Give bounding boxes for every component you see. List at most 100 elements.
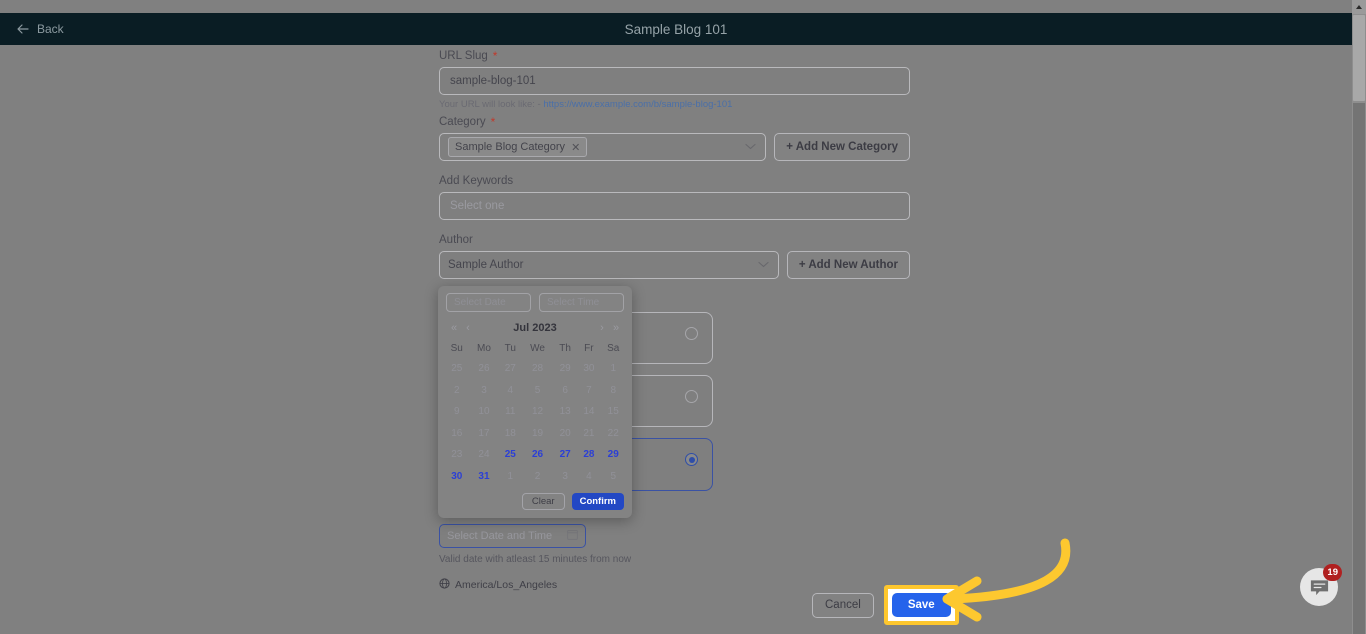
confirm-button[interactable]: Confirm <box>571 493 624 510</box>
calendar-day-disabled: 17 <box>478 427 490 439</box>
chat-unread-badge: 19 <box>1323 564 1342 581</box>
save-button[interactable]: Save <box>891 593 951 617</box>
calendar-weekday: Sa <box>607 343 620 354</box>
calendar-day-enabled[interactable]: 27 <box>553 444 577 466</box>
calendar-day-disabled: 4 <box>586 470 592 482</box>
timezone-row: America/Los_Angeles <box>439 578 631 592</box>
calendar-day-disabled: 1 <box>507 470 514 482</box>
scroll-up-arrow-icon[interactable] <box>1352 0 1366 14</box>
calendar-day-enabled[interactable]: 28 <box>577 444 600 466</box>
calendar-weekday: Fr <box>584 343 594 354</box>
calendar-day-disabled: 11 <box>505 406 516 418</box>
timezone-label: America/Los_Angeles <box>455 579 558 591</box>
calendar-day-disabled: 7 <box>586 384 592 396</box>
calendar-day-disabled: 8 <box>610 384 617 396</box>
chevron-down-icon <box>758 259 769 271</box>
category-label-text: Category <box>439 116 486 128</box>
url-slug-value: sample-blog-101 <box>450 75 536 87</box>
calendar-day-disabled: 4 <box>507 384 514 396</box>
calendar-day-disabled: 28 <box>531 363 544 375</box>
calendar-day-disabled: 25 <box>451 363 463 375</box>
url-slug-label: URL Slug * <box>439 50 910 62</box>
add-new-category-button[interactable]: + Add New Category <box>774 133 910 161</box>
next-month-icon[interactable]: › <box>595 322 609 334</box>
add-new-author-button[interactable]: + Add New Author <box>786 251 910 279</box>
radio-icon-selected[interactable] <box>685 453 698 466</box>
calendar-day-disabled: 23 <box>451 449 463 461</box>
radio-icon[interactable] <box>685 327 698 340</box>
url-slug-help-prefix: Your URL will look like: - <box>439 99 541 110</box>
keywords-label-text: Add Keywords <box>439 175 514 187</box>
calendar-day-disabled: 10 <box>478 406 490 418</box>
close-icon[interactable]: ✕ <box>571 141 580 154</box>
calendar-weekday: We <box>530 343 545 354</box>
calendar-week-row: 25 26 27 28 29 30 1 <box>444 358 626 380</box>
calendar-day-disabled: 3 <box>562 470 568 482</box>
prev-month-icon[interactable]: ‹ <box>461 322 475 334</box>
calendar-week-row: 2 3 4 5 6 7 8 <box>444 380 626 402</box>
cancel-button[interactable]: Cancel <box>812 592 874 618</box>
author-label: Author <box>439 234 910 246</box>
calendar-weekday: Th <box>559 343 571 354</box>
calendar-month-title[interactable]: Jul 2023 <box>475 322 595 334</box>
calendar-weekday-row: Su Mo Tu We Th Fr Sa <box>444 339 626 358</box>
calendar-day-disabled: 1 <box>610 363 617 375</box>
calendar-day-disabled: 19 <box>531 427 544 439</box>
back-button[interactable]: Back <box>16 22 64 36</box>
author-select[interactable]: Sample Author <box>439 251 779 279</box>
datetime-help-text: Valid date with atleast 15 minutes from … <box>439 554 632 565</box>
next-year-icon[interactable]: » <box>609 322 623 334</box>
calendar-grid: Su Mo Tu We Th Fr Sa 25 26 27 28 29 30 1 2 3 4 5 6 7 8 9 10 11… <box>444 339 626 487</box>
calendar-day-enabled[interactable]: 26 <box>522 444 553 466</box>
app-root: Back Sample Blog 101 URL Slug * sample-b… <box>0 0 1366 634</box>
calendar-weekday: Tu <box>504 343 516 354</box>
globe-icon <box>439 578 450 592</box>
calendar-day-rows: 25 26 27 28 29 30 1 2 3 4 5 6 7 8 9 10 11 12 13 14 15 16 17 18 1… <box>444 358 626 487</box>
calendar-weekday: Su <box>450 343 463 354</box>
calendar-day-disabled: 27 <box>504 363 516 375</box>
picker-time-input[interactable]: Select Time <box>539 293 624 312</box>
scrollbar-thumb[interactable] <box>1353 15 1365 101</box>
calendar-nav: « ‹ Jul 2023 › » <box>444 318 626 338</box>
url-slug-help-link[interactable]: https://www.example.com/b/sample-blog-10… <box>543 99 732 110</box>
picker-date-input[interactable]: Select Date <box>446 293 531 312</box>
calendar-day-disabled: 16 <box>451 427 463 439</box>
calendar-day-disabled: 18 <box>504 427 516 439</box>
datetime-placeholder: Select Date and Time <box>447 530 553 542</box>
calendar-day-disabled: 13 <box>559 406 571 418</box>
url-slug-input[interactable]: sample-blog-101 <box>439 67 910 95</box>
prev-year-icon[interactable]: « <box>447 322 461 334</box>
clear-button[interactable]: Clear <box>521 493 565 510</box>
picker-time-placeholder: Select Time <box>547 297 600 308</box>
calendar-weekday: Mo <box>477 343 491 354</box>
calendar-day-enabled[interactable]: 25 <box>498 444 522 466</box>
calendar-icon[interactable] <box>567 529 578 543</box>
url-slug-label-text: URL Slug <box>439 50 488 62</box>
calendar-day-enabled[interactable]: 30 <box>444 466 470 488</box>
calendar-day-disabled: 5 <box>610 470 617 482</box>
author-label-text: Author <box>439 234 473 246</box>
author-row: Sample Author + Add New Author <box>439 251 910 279</box>
date-picker-inputs: Select Date Select Time <box>438 286 632 318</box>
radio-icon[interactable] <box>685 390 698 403</box>
calendar-day-disabled: 2 <box>453 384 460 396</box>
category-select[interactable]: Sample Blog Category ✕ <box>439 133 767 161</box>
scrollbar-track[interactable] <box>1352 0 1366 634</box>
calendar-day-disabled: 15 <box>607 406 619 418</box>
calendar-day-disabled: 3 <box>481 384 487 396</box>
calendar-day-enabled[interactable]: 29 <box>600 444 626 466</box>
top-bar: Back Sample Blog 101 <box>0 13 1352 45</box>
calendar-day-disabled: 26 <box>478 363 490 375</box>
calendar-day-disabled: 24 <box>478 449 490 461</box>
calendar-week-row: 23 24 25 26 27 28 29 <box>444 444 626 466</box>
category-required-mark: * <box>490 115 496 129</box>
keywords-input[interactable]: Select one <box>439 192 910 220</box>
calendar-week-row: 30 31 1 2 3 4 5 <box>444 466 626 488</box>
blog-settings-form: URL Slug * sample-blog-101 Your URL will… <box>439 50 910 279</box>
author-value: Sample Author <box>448 259 524 271</box>
calendar-day-enabled[interactable]: 31 <box>470 466 499 488</box>
scrollbar-track-lower[interactable] <box>1353 103 1365 634</box>
back-arrow-icon <box>16 22 30 36</box>
url-slug-required-mark: * <box>492 49 498 63</box>
datetime-input[interactable]: Select Date and Time <box>439 524 586 548</box>
